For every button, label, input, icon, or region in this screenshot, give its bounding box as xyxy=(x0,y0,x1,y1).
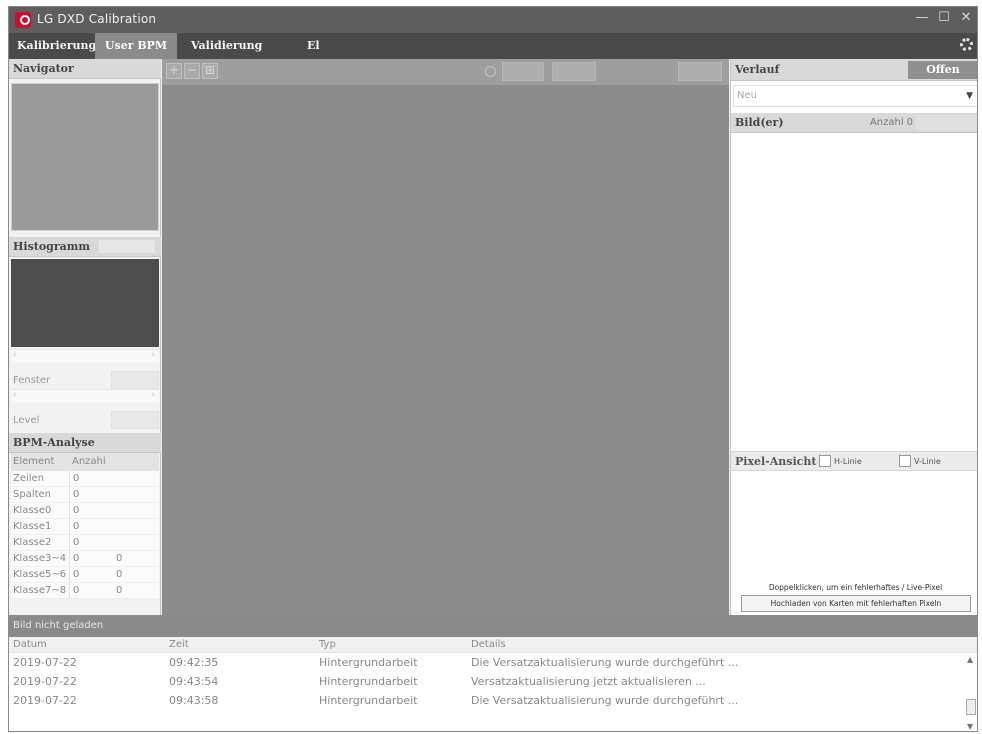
bilder-action-button[interactable] xyxy=(916,115,977,131)
tab-kalibrierung[interactable]: Kalibrierung xyxy=(11,33,102,59)
toolbar-field-1[interactable] xyxy=(502,62,544,81)
anzahl-group: Anzahl 0 xyxy=(869,113,977,133)
table-row: Klasse3~4 0 0 xyxy=(11,551,159,567)
slider-right-icon[interactable]: › xyxy=(151,390,155,400)
viewer-toolbar: + − ⊞ xyxy=(162,59,729,85)
log-header-zeit: Zeit xyxy=(169,639,189,650)
slider-left-icon[interactable]: ‹ xyxy=(13,350,17,360)
minimize-icon[interactable]: — xyxy=(915,10,929,25)
table-row: Klasse2 0 xyxy=(11,535,159,551)
anzahl-value: 0 xyxy=(906,117,913,128)
log-header-datum: Datum xyxy=(13,639,47,650)
verlauf-select[interactable]: Neu ▼ xyxy=(733,85,977,107)
toolbar-circle-icon[interactable] xyxy=(485,66,496,77)
histogram-title: Histogramm xyxy=(13,240,91,253)
table-row: Spalten 0 xyxy=(11,487,159,503)
bpm-table-header: Element Anzahl xyxy=(11,453,159,471)
log-table: Datum Zeit Typ Details 2019-07-22 09:42:… xyxy=(9,637,977,731)
table-row[interactable]: 2019-07-22 09:43:58 Hintergrundarbeit Di… xyxy=(9,691,977,710)
slider-right-icon[interactable]: › xyxy=(151,350,155,360)
histogram-button[interactable] xyxy=(99,240,155,253)
log-header-details: Details xyxy=(471,639,506,650)
v-line-checkbox[interactable]: V-Linie xyxy=(899,455,941,467)
app-title: LG DXD Calibration xyxy=(37,12,157,26)
app-window: LG DXD Calibration — ☐ ✕ Kalibrierung Us… xyxy=(8,6,978,732)
verlauf-header: Verlauf Offen xyxy=(731,59,977,81)
fit-screen-icon[interactable]: ⊞ xyxy=(202,63,218,79)
log-scrollbar[interactable]: ▲ ▼ xyxy=(965,655,977,731)
lg-logo-icon xyxy=(15,12,31,28)
zoom-in-icon[interactable]: + xyxy=(166,63,182,79)
bilder-header: Bild(er) Anzahl 0 xyxy=(731,113,977,133)
upload-defect-map-button[interactable]: Hochladen von Karten mit fehlerhaften Pi… xyxy=(741,595,971,612)
verlauf-select-value: Neu xyxy=(737,90,757,101)
pixel-hint-text: Doppelklicken, um ein fehlerhaftes / Liv… xyxy=(768,583,943,592)
bpm-header-element: Element xyxy=(13,456,55,467)
level-slider[interactable]: ‹ › xyxy=(11,389,159,403)
navigator-header: Navigator xyxy=(9,59,161,79)
table-row: Klasse7~8 0 0 xyxy=(11,583,159,599)
slider-left-icon[interactable]: ‹ xyxy=(13,390,17,400)
table-row: Klasse5~6 0 0 xyxy=(11,567,159,583)
window-controls: — ☐ ✕ xyxy=(915,10,973,25)
pixel-view-header: Pixel-Ansicht H-Linie V-Linie xyxy=(731,451,977,471)
histogram-chart xyxy=(11,259,159,347)
tab-el[interactable]: El xyxy=(301,33,326,59)
zoom-out-icon[interactable]: − xyxy=(184,63,200,79)
toolbar-field-2[interactable] xyxy=(552,62,596,81)
table-row: Klasse0 0 xyxy=(11,503,159,519)
table-row[interactable]: 2019-07-22 09:42:35 Hintergrundarbeit Di… xyxy=(9,653,977,672)
title-bar: LG DXD Calibration — ☐ ✕ xyxy=(9,7,977,33)
gear-icon[interactable] xyxy=(960,38,973,51)
bpm-analysis-header: BPM-Analyse xyxy=(9,433,161,453)
fenster-slider[interactable]: ‹ › xyxy=(11,349,159,363)
left-panel: Navigator Histogramm ‹ › Fenster ‹ › Lev… xyxy=(9,59,161,615)
fenster-value-field[interactable] xyxy=(111,371,159,389)
level-value-field[interactable] xyxy=(111,411,159,429)
log-header-typ: Typ xyxy=(319,639,336,650)
fenster-label: Fenster xyxy=(13,375,51,386)
log-table-header: Datum Zeit Typ Details xyxy=(9,637,977,653)
toolbar-field-3[interactable] xyxy=(678,62,722,81)
anzahl-label: Anzahl xyxy=(869,117,904,128)
tab-validierung[interactable]: Validierung xyxy=(185,33,268,59)
pixel-view-title: Pixel-Ansicht xyxy=(735,455,817,468)
checkbox-icon[interactable] xyxy=(899,455,911,467)
right-panel: Verlauf Offen Neu ▼ Bild(er) Anzahl 0 Pi… xyxy=(730,59,977,615)
scroll-up-icon[interactable]: ▲ xyxy=(967,655,973,664)
tab-user-bpm[interactable]: User BPM xyxy=(95,33,177,59)
bpm-header-anzahl: Anzahl xyxy=(72,456,106,467)
bilder-title: Bild(er) xyxy=(735,116,784,129)
image-viewer[interactable]: + − ⊞ xyxy=(162,59,729,615)
tab-bar: Kalibrierung User BPM Validierung El xyxy=(9,33,977,59)
verlauf-title: Verlauf xyxy=(735,63,780,76)
navigator-preview[interactable] xyxy=(11,83,159,231)
close-icon[interactable]: ✕ xyxy=(959,10,973,25)
histogram-header: Histogramm xyxy=(9,237,161,257)
table-row[interactable]: 2019-07-22 09:43:54 Hintergrundarbeit Ve… xyxy=(9,672,977,691)
offen-button[interactable]: Offen xyxy=(908,61,977,79)
table-row: Klasse1 0 xyxy=(11,519,159,535)
scroll-down-icon[interactable]: ▼ xyxy=(967,722,973,731)
maximize-icon[interactable]: ☐ xyxy=(937,10,951,25)
status-bar: Bild nicht geladen xyxy=(9,615,977,637)
level-label: Level xyxy=(13,415,40,426)
bpm-analysis-table: Element Anzahl Zeilen 0 Spalten 0 Klasse0 0… xyxy=(11,453,159,599)
checkbox-icon[interactable] xyxy=(819,455,831,467)
chevron-down-icon[interactable]: ▼ xyxy=(966,86,973,106)
table-row: Zeilen 0 xyxy=(11,471,159,487)
h-line-checkbox[interactable]: H-Linie xyxy=(819,455,862,467)
scroll-thumb[interactable] xyxy=(966,699,976,715)
